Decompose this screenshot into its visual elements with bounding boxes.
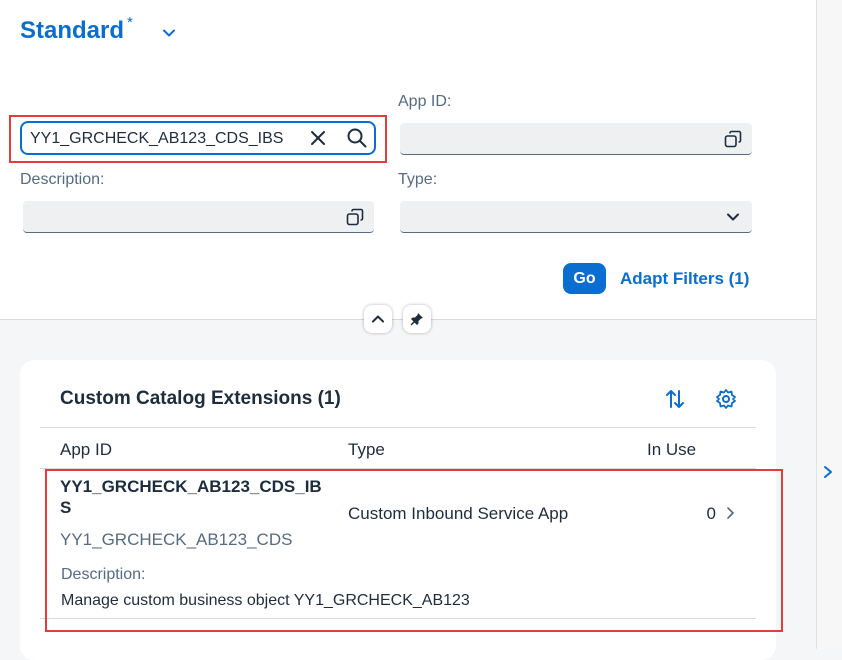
- pin-header-button[interactable]: [403, 305, 431, 333]
- row-description-label: Description:: [61, 566, 146, 583]
- description-input[interactable]: [31, 207, 312, 227]
- type-select[interactable]: [400, 201, 752, 233]
- column-header-in-use[interactable]: In Use: [647, 440, 696, 460]
- row-type: Custom Inbound Service App: [348, 504, 569, 523]
- row-description: Manage custom business object YY1_GRCHEC…: [61, 592, 470, 609]
- row-app-id: YY1_GRCHECK_AB123_CDS_IBS: [60, 477, 322, 517]
- collapse-header-button[interactable]: [364, 305, 392, 333]
- table-header-row: App ID Type In Use: [40, 427, 756, 469]
- table-title: Custom Catalog Extensions (1): [60, 388, 341, 409]
- clear-icon[interactable]: [310, 130, 326, 146]
- gear-icon[interactable]: [715, 388, 737, 410]
- sort-icon[interactable]: [664, 388, 686, 410]
- type-label: Type:: [398, 171, 438, 188]
- value-help-icon[interactable]: [724, 130, 742, 148]
- app-id-field: [400, 123, 752, 155]
- app-id-input[interactable]: [408, 129, 690, 149]
- description-label: Description:: [20, 171, 105, 188]
- row-in-use: 0: [706, 504, 716, 523]
- chevron-down-icon[interactable]: [162, 26, 176, 40]
- type-input[interactable]: [408, 207, 690, 227]
- search-input[interactable]: [30, 128, 300, 150]
- go-button[interactable]: Go: [563, 263, 606, 294]
- chevron-up-icon: [372, 315, 384, 323]
- chevron-right-icon[interactable]: [821, 465, 835, 479]
- variant-title: Standard: [20, 17, 125, 44]
- search-field: [20, 121, 376, 155]
- side-panel: [816, 0, 842, 649]
- filter-bar: Standard * App ID: Description:: [0, 0, 816, 320]
- description-field: [23, 201, 374, 233]
- search-icon[interactable]: [346, 127, 368, 149]
- chevron-right-icon[interactable]: [724, 506, 736, 520]
- app-id-label: App ID:: [398, 93, 452, 110]
- table-card: Custom Catalog Extensions (1) App ID Typ…: [20, 360, 776, 660]
- table-row[interactable]: YY1_GRCHECK_AB123_CDS_IBS YY1_GRCHECK_AB…: [40, 468, 756, 619]
- value-help-icon[interactable]: [346, 208, 364, 226]
- adapt-filters-link[interactable]: Adapt Filters (1): [620, 269, 749, 289]
- pin-icon: [410, 313, 423, 326]
- row-app-id-secondary: YY1_GRCHECK_AB123_CDS: [60, 530, 293, 549]
- variant-modified-marker: *: [127, 14, 133, 31]
- variant-selector[interactable]: Standard *: [20, 14, 175, 46]
- chevron-down-icon[interactable]: [726, 210, 740, 224]
- column-header-type[interactable]: Type: [348, 440, 385, 460]
- column-header-app-id[interactable]: App ID: [60, 440, 112, 460]
